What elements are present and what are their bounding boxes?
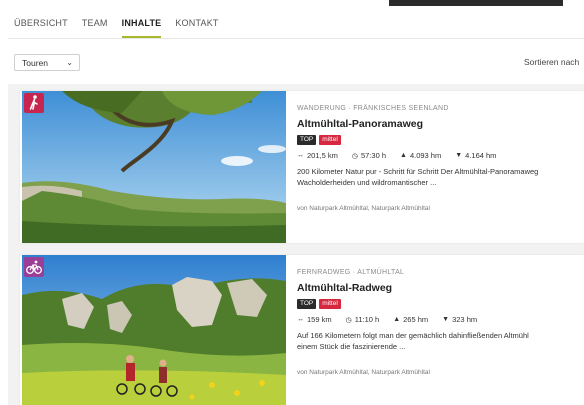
tabs-divider: [8, 38, 584, 39]
tour-card[interactable]: FERNRADWEG · ALTMÜHLTAL Altmühltal-Radwe…: [20, 255, 584, 405]
descent-value: 4.164 hm: [465, 151, 497, 160]
descent-icon: ▼: [455, 152, 463, 159]
top-badge: TOP: [297, 135, 317, 145]
difficulty-badge: mittel: [319, 135, 341, 145]
clock-icon: ◷: [345, 316, 352, 324]
ascent-value: 4.093 hm: [409, 151, 442, 160]
tour-author: von Naturpark Altmühltal, Naturpark Altm…: [297, 369, 430, 376]
hiking-icon: [24, 93, 44, 113]
tab-kontakt[interactable]: KONTAKT: [175, 14, 218, 38]
ascent-icon: ▲: [393, 316, 401, 323]
tour-image[interactable]: [22, 91, 286, 243]
tour-description: Auf 166 Kilometern folgt man der gemächl…: [297, 330, 584, 352]
tour-author: von Naturpark Altmühltal, Naturpark Altm…: [297, 205, 430, 212]
tour-title[interactable]: Altmühltal-Radweg: [297, 282, 584, 294]
ascent-icon: ▲: [400, 152, 407, 159]
duration-value: 11:10 h: [354, 315, 380, 324]
tour-title[interactable]: Altmühltal-Panoramaweg: [297, 118, 584, 130]
tour-category: FERNRADWEG · ALTMÜHLTAL: [297, 269, 405, 276]
ascent-value: 265 hm: [403, 315, 429, 324]
tour-info: FERNRADWEG · ALTMÜHLTAL Altmühltal-Radwe…: [297, 255, 584, 376]
descent-value: 323 hm: [452, 315, 478, 324]
tour-image[interactable]: [22, 255, 286, 405]
tour-stats: ↔ 159 km ◷ 11:10 h ▲ 265 hm ▼ 323 hm: [297, 315, 584, 324]
distance-value: 201,5 km: [307, 151, 338, 160]
descent-icon: ▼: [442, 316, 450, 323]
tab-inhalte[interactable]: INHALTE: [121, 14, 162, 38]
tour-description: 200 Kilometer Natur pur - Schritt für Sc…: [297, 166, 584, 188]
tab-team[interactable]: TEAM: [82, 14, 108, 38]
content-tabs: ÜBERSICHT TEAM INHALTE KONTAKT: [14, 14, 233, 38]
content-type-select[interactable]: Touren ⌄: [14, 54, 80, 71]
description-line: 200 Kilometer Natur pur - Schritt für Sc…: [297, 167, 539, 176]
difficulty-badge: mittel: [319, 299, 341, 309]
sort-dropdown[interactable]: Sortieren nach: [524, 57, 579, 67]
chevron-down-icon: ⌄: [66, 58, 73, 67]
distance-value: 159 km: [307, 315, 332, 324]
description-line: Wacholderheiden und wildromantischer ...: [297, 178, 437, 187]
tour-stats: ↔ 201,5 km ◷ 57:30 h ▲ 4.093 hm ▼ 4.164 hm: [297, 151, 584, 160]
content-type-value: Touren: [22, 58, 48, 68]
description-line: Auf 166 Kilometern folgt man der gemächl…: [297, 331, 529, 340]
duration-value: 57:30 h: [360, 151, 386, 160]
clock-icon: ◷: [351, 152, 358, 160]
cycling-icon: [24, 257, 44, 277]
top-badge: TOP: [297, 299, 317, 309]
distance-icon: ↔: [297, 316, 304, 323]
description-line: einem Stück die faszinierende ...: [297, 342, 406, 351]
tour-card[interactable]: WANDERUNG · FRÄNKISCHES SEENLAND Altmühl…: [20, 91, 584, 243]
header-bar: [389, 0, 563, 6]
tab-uebersicht[interactable]: ÜBERSICHT: [14, 14, 68, 38]
distance-icon: ↔: [297, 152, 304, 159]
tour-category: WANDERUNG · FRÄNKISCHES SEENLAND: [297, 105, 449, 112]
tour-info: WANDERUNG · FRÄNKISCHES SEENLAND Altmühl…: [297, 91, 584, 212]
